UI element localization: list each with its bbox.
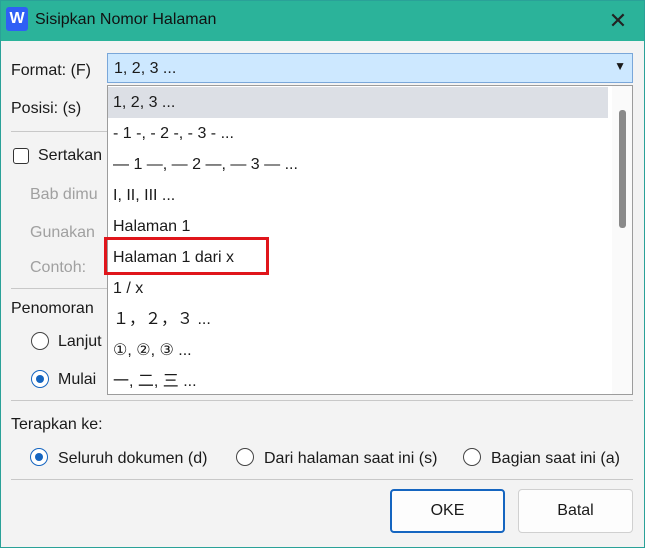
format-option[interactable]: ①, ②, ③ ...: [108, 335, 608, 366]
format-select[interactable]: 1, 2, 3 ... ▼: [107, 53, 633, 83]
dropdown-scrollbar[interactable]: [612, 86, 632, 394]
divider: [11, 479, 633, 480]
cancel-button[interactable]: Batal: [518, 489, 633, 533]
dialog-title: Sisipkan Nomor Halaman: [35, 11, 217, 28]
format-label: Format: (F): [11, 62, 91, 79]
title-bar: W Sisipkan Nomor Halaman ✕: [1, 1, 644, 41]
include-chapter-checkbox[interactable]: [13, 148, 29, 164]
chapter-starts-label: Bab dimu: [30, 186, 98, 203]
divider: [11, 131, 107, 132]
format-option[interactable]: １，２，３ ...: [108, 304, 608, 335]
format-option[interactable]: I, II, III ...: [108, 180, 608, 211]
apply-current-section-label: Bagian saat ini (a): [491, 450, 620, 467]
highlight-box: [104, 237, 269, 275]
close-icon[interactable]: ✕: [601, 7, 635, 35]
format-option[interactable]: — 1 —, — 2 —, — 3 — ...: [108, 149, 608, 180]
numbering-label: Penomoran: [11, 300, 94, 317]
format-option[interactable]: - 1 -, - 2 -, - 3 - ...: [108, 118, 608, 149]
format-selected-value: 1, 2, 3 ...: [114, 60, 177, 77]
format-option[interactable]: 1, 2, 3 ...: [108, 87, 608, 118]
format-option[interactable]: 1 / x: [108, 273, 608, 304]
start-numbering-radio[interactable]: [31, 370, 49, 388]
continue-numbering-radio[interactable]: [31, 332, 49, 350]
continue-numbering-label: Lanjut: [58, 333, 102, 350]
apply-whole-document-label: Seluruh dokumen (d): [58, 450, 208, 467]
start-numbering-label: Mulai: [58, 371, 97, 388]
apply-whole-document-radio[interactable]: [30, 448, 48, 466]
apply-current-section-radio[interactable]: [463, 448, 481, 466]
include-chapter-label: Sertakan: [38, 147, 103, 164]
apply-to-label: Terapkan ke:: [11, 416, 103, 433]
ok-button[interactable]: OKE: [390, 489, 505, 533]
use-separator-label: Gunakan: [30, 224, 95, 241]
divider: [11, 400, 633, 401]
page-number-dialog: W Sisipkan Nomor Halaman ✕ Format: (F) 1…: [0, 0, 645, 548]
example-label: Contoh:: [30, 259, 87, 276]
apply-from-current-page-radio[interactable]: [236, 448, 254, 466]
chevron-down-icon: ▼: [614, 59, 626, 73]
position-label: Posisi: (s): [11, 100, 82, 117]
apply-from-current-page-label: Dari halaman saat ini (s): [264, 450, 438, 467]
word-app-icon: W: [6, 7, 28, 31]
divider: [11, 288, 107, 289]
format-option[interactable]: 一, 二, 三 ...: [108, 366, 608, 394]
scrollbar-thumb[interactable]: [619, 110, 626, 228]
